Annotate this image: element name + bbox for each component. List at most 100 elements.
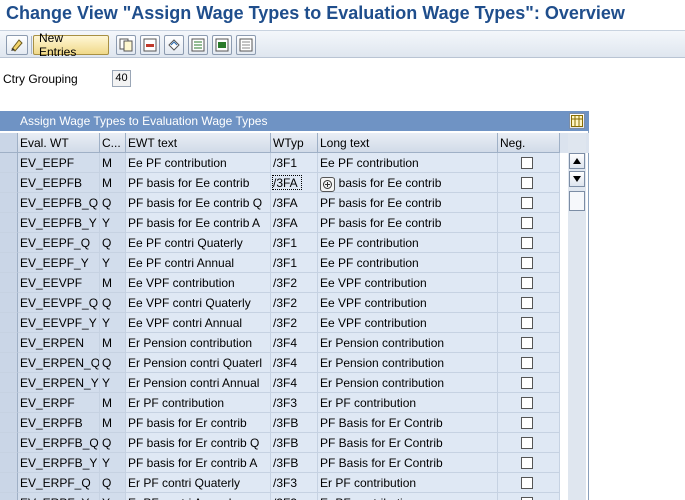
cell-neg [498,153,560,173]
column-config-icon[interactable] [569,113,585,129]
table-row[interactable]: EV_EEPFB_Y Y PF basis for Ee contrib A/3FA… [0,213,589,233]
neg-checkbox[interactable] [521,337,533,349]
neg-checkbox[interactable] [521,217,533,229]
cell-ewt-text: PF basis for Ee contrib Q [126,193,271,213]
neg-checkbox[interactable] [521,157,533,169]
row-selector[interactable] [0,253,18,273]
cell-neg [498,373,560,393]
cell-long-text: PF basis for Ee contrib [318,193,498,213]
neg-checkbox[interactable] [521,417,533,429]
row-selector[interactable] [0,453,18,473]
scroll-up-button[interactable] [569,153,585,169]
table-row[interactable]: EV_EEPFB M PF basis for Ee contrib/3FA PF b… [0,173,589,193]
neg-checkbox[interactable] [521,477,533,489]
cell-wtyp: /3F1 [271,253,318,273]
table-body: EV_EEPF M Ee PF contribution/3F1 Ee PF cont… [0,153,589,500]
cell-c: Q [100,193,126,213]
scroll-thumb[interactable] [569,191,585,211]
cell-ewt-text: Ee PF contribution [126,153,271,173]
undo-icon[interactable] [164,35,184,55]
table-row[interactable]: EV_ERPFB_Q Q PF basis for Er contrib Q/3FB… [0,433,589,453]
copy-icon[interactable] [116,35,136,55]
neg-checkbox[interactable] [521,277,533,289]
row-selector[interactable] [0,293,18,313]
column-header-long-text[interactable]: Long text [318,133,498,153]
cell-eval-wt: EV_EEPF_Y [18,253,100,273]
column-header-eval-wt[interactable]: Eval. WT [18,133,100,153]
scroll-down-button[interactable] [569,171,585,187]
cell-wtyp: /3F3 [271,473,318,493]
column-header-neg[interactable]: Neg. [498,133,560,153]
table-row[interactable]: EV_ERPEN_Y Y Er Pension contri Annual/3F4 E… [0,373,589,393]
neg-checkbox[interactable] [521,377,533,389]
table-header: Eval. WT C... EWT text WTyp Long text Ne… [0,133,589,153]
table-row[interactable]: EV_EEPF_Q Q Ee PF contri Quaterly/3F1 Ee PF… [0,233,589,253]
cell-ewt-text: Er PF contri Quaterly [126,473,271,493]
neg-checkbox[interactable] [521,457,533,469]
cell-neg [498,193,560,213]
neg-checkbox[interactable] [521,197,533,209]
input-help-icon[interactable] [320,177,335,192]
row-selector[interactable] [0,333,18,353]
cell-ewt-text: Er Pension contri Quaterl [126,353,271,373]
row-selector[interactable] [0,213,18,233]
vertical-scrollbar[interactable] [568,113,586,500]
row-selector[interactable] [0,433,18,453]
neg-checkbox[interactable] [521,177,533,189]
column-header-wtyp[interactable]: WTyp [271,133,318,153]
cell-long-text: Er Pension contribution [318,353,498,373]
table-row[interactable]: EV_ERPF M Er PF contribution/3F3 Er PF cont… [0,393,589,413]
cell-eval-wt: EV_EEPF [18,153,100,173]
row-selector[interactable] [0,473,18,493]
column-header-c[interactable]: C... [100,133,126,153]
row-selector[interactable] [0,393,18,413]
select-all-column[interactable] [0,133,18,153]
cell-eval-wt: EV_ERPF_Q [18,473,100,493]
row-selector[interactable] [0,493,18,500]
row-selector[interactable] [0,313,18,333]
table-title: Assign Wage Types to Evaluation Wage Typ… [0,111,589,131]
row-selector[interactable] [0,193,18,213]
table-row[interactable]: EV_EEPFB_Q Q PF basis for Ee contrib Q/3FA… [0,193,589,213]
row-selector[interactable] [0,173,18,193]
neg-checkbox[interactable] [521,297,533,309]
table-row[interactable]: EV_ERPFB_Y Y PF basis for Er contrib A/3FB… [0,453,589,473]
row-selector[interactable] [0,353,18,373]
cell-c: M [100,333,126,353]
table-row[interactable]: EV_ERPEN M Er Pension contribution/3F4 Er P… [0,333,589,353]
row-selector[interactable] [0,233,18,253]
table-row[interactable]: EV_EEVPF M Ee VPF contribution/3F2 Ee VPF c… [0,273,589,293]
edit-icon[interactable] [6,35,28,55]
table-row[interactable]: EV_EEPF_Y Y Ee PF contri Annual/3F1 Ee PF c… [0,253,589,273]
table-row[interactable]: EV_ERPEN_Q Q Er Pension contri Quaterl/3F4… [0,353,589,373]
cell-ewt-text: PF basis for Ee contrib A [126,213,271,233]
cell-neg [498,433,560,453]
neg-checkbox[interactable] [521,357,533,369]
deselect-all-icon[interactable] [236,35,256,55]
table-row[interactable]: EV_EEVPF_Q Q Ee VPF contri Quaterly/3F2 Ee … [0,293,589,313]
table-row[interactable]: EV_ERPF_Q Q Er PF contri Quaterly/3F3 Er PF… [0,473,589,493]
neg-checkbox[interactable] [521,397,533,409]
cell-wtyp: /3F2 [271,313,318,333]
cell-wtyp: /3F2 [271,273,318,293]
table-row[interactable]: EV_ERPF_YYEr PF contri Annual/3F3Er PF c… [0,493,589,500]
cell-wtyp: /3FA [271,173,318,193]
column-header-ewt-text[interactable]: EWT text [126,133,271,153]
delete-icon[interactable] [140,35,160,55]
cell-eval-wt: EV_EEVPF_Q [18,293,100,313]
row-selector[interactable] [0,153,18,173]
cell-neg [498,313,560,333]
table-row[interactable]: EV_ERPFB M PF basis for Er contrib/3FB PF B… [0,413,589,433]
neg-checkbox[interactable] [521,257,533,269]
neg-checkbox[interactable] [521,237,533,249]
select-all-icon[interactable] [188,35,208,55]
table-row[interactable]: EV_EEVPF_Y Y Ee VPF contri Annual/3F2 Ee VP… [0,313,589,333]
neg-checkbox[interactable] [521,437,533,449]
new-entries-button[interactable]: New Entries [33,31,109,59]
row-selector[interactable] [0,413,18,433]
table-row[interactable]: EV_EEPF M Ee PF contribution/3F1 Ee PF cont… [0,153,589,173]
row-selector[interactable] [0,373,18,393]
select-block-icon[interactable] [212,35,232,55]
neg-checkbox[interactable] [521,317,533,329]
row-selector[interactable] [0,273,18,293]
